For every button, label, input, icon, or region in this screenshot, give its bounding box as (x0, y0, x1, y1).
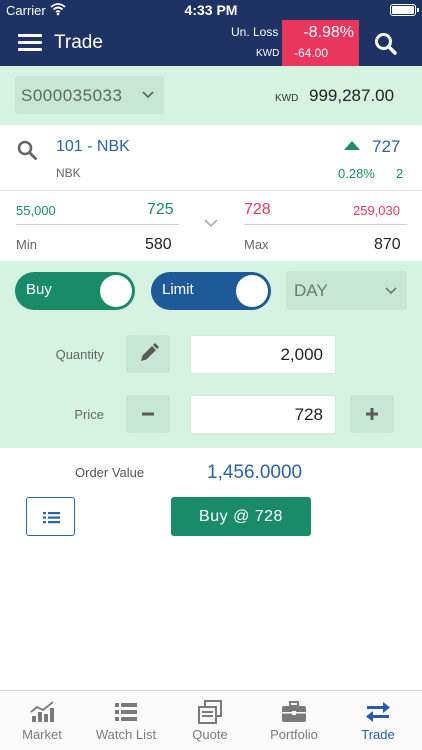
toggle-knob (100, 275, 132, 307)
pencil-icon (141, 343, 159, 361)
expand-depth-chevron-icon[interactable] (203, 217, 219, 229)
order-value-label: Order Value (75, 465, 145, 480)
symbol-code[interactable]: 101 - NBK (56, 138, 130, 156)
tab-label: Trade (361, 727, 395, 742)
bottom-tab-bar: Market Watch List Quote Portfolio Trade (0, 690, 422, 750)
tab-market[interactable]: Market (0, 691, 84, 750)
order-type-label: Limit (162, 281, 194, 298)
symbol-name: NBK (56, 166, 81, 180)
ask-divider (244, 224, 407, 225)
side-label: Buy (26, 281, 52, 298)
plus-icon (366, 408, 378, 420)
unrealized-percent: -8.98% (303, 24, 354, 41)
unrealized-currency: KWD (256, 48, 280, 59)
market-depth: 55,000 725 728 259,030 Min 580 Max 870 (0, 191, 422, 261)
chevron-down-icon (385, 287, 397, 295)
bid-quantity: 55,000 (16, 203, 56, 218)
tab-label: Market (22, 727, 62, 742)
page-title: Trade (54, 32, 103, 53)
order-book-button[interactable] (26, 497, 75, 536)
status-bar: Carrier 4:33 PM (0, 0, 422, 20)
quote-stack-icon (198, 700, 222, 724)
order-value: 1,456.0000 (207, 462, 303, 483)
account-number: S000035033 (21, 86, 123, 105)
balance-currency: KWD (275, 93, 299, 104)
account-bar: S000035033 KWD 999,287.00 (0, 66, 422, 125)
list-icon (43, 512, 60, 524)
price-input[interactable] (190, 395, 336, 434)
change-value: 2 (396, 166, 404, 181)
list-icon (115, 703, 137, 721)
swap-arrows-icon (366, 702, 390, 722)
briefcase-icon (282, 701, 306, 722)
min-label: Min (16, 237, 37, 252)
buy-sell-toggle[interactable]: Buy (15, 272, 135, 310)
max-value: 870 (374, 236, 401, 253)
chevron-down-icon (142, 91, 154, 99)
tab-label: Watch List (95, 727, 157, 742)
minus-icon (142, 412, 154, 416)
last-price: 727 (372, 137, 401, 156)
price-up-arrow-icon (344, 141, 360, 150)
tab-portfolio[interactable]: Portfolio (252, 691, 336, 750)
change-percent: 0.28% (338, 166, 375, 181)
hamburger-menu-icon[interactable] (18, 34, 42, 52)
battery-icon (390, 4, 419, 16)
tab-label: Quote (192, 727, 228, 742)
edit-quantity-button[interactable] (126, 335, 170, 373)
app-header: Trade Un. Loss KWD -8.98% -64.00 (0, 20, 422, 66)
validity-select[interactable]: DAY (286, 271, 407, 310)
unrealized-label: Un. Loss (231, 25, 279, 39)
unrealized-amount: -64.00 (293, 46, 328, 60)
tab-quote[interactable]: Quote (168, 691, 252, 750)
submit-order-button[interactable]: Buy @ 728 (171, 497, 311, 536)
symbol-card: 101 - NBK NBK 727 0.28% 2 (0, 125, 422, 191)
clock: 4:33 PM (184, 2, 238, 18)
ask-price[interactable]: 728 (244, 201, 271, 219)
order-type-toggle[interactable]: Limit (151, 272, 271, 310)
price-label: Price (74, 407, 104, 422)
tab-watch-list[interactable]: Watch List (84, 691, 168, 750)
validity-value: DAY (294, 281, 328, 300)
toggle-knob (236, 275, 268, 307)
order-entry-panel: Buy Limit DAY Quantity Price (0, 261, 422, 448)
chart-bar-icon (30, 701, 54, 722)
ask-quantity: 259,030 (353, 203, 400, 218)
max-label: Max (244, 237, 269, 252)
quantity-label: Quantity (55, 347, 104, 362)
price-decrement-button[interactable] (126, 395, 170, 433)
tab-trade[interactable]: Trade (336, 691, 420, 750)
tab-label: Portfolio (270, 727, 318, 742)
search-icon[interactable] (372, 30, 400, 58)
price-increment-button[interactable] (350, 395, 394, 433)
quantity-input[interactable] (190, 335, 336, 374)
account-balance: 999,287.00 (309, 86, 395, 105)
bid-price[interactable]: 725 (147, 201, 174, 219)
bid-divider (16, 224, 179, 225)
account-selector[interactable]: S000035033 (15, 76, 164, 114)
symbol-search-icon[interactable] (16, 139, 38, 161)
unrealized-loss-badge: -8.98% -64.00 (282, 20, 359, 66)
min-value: 580 (145, 236, 172, 253)
